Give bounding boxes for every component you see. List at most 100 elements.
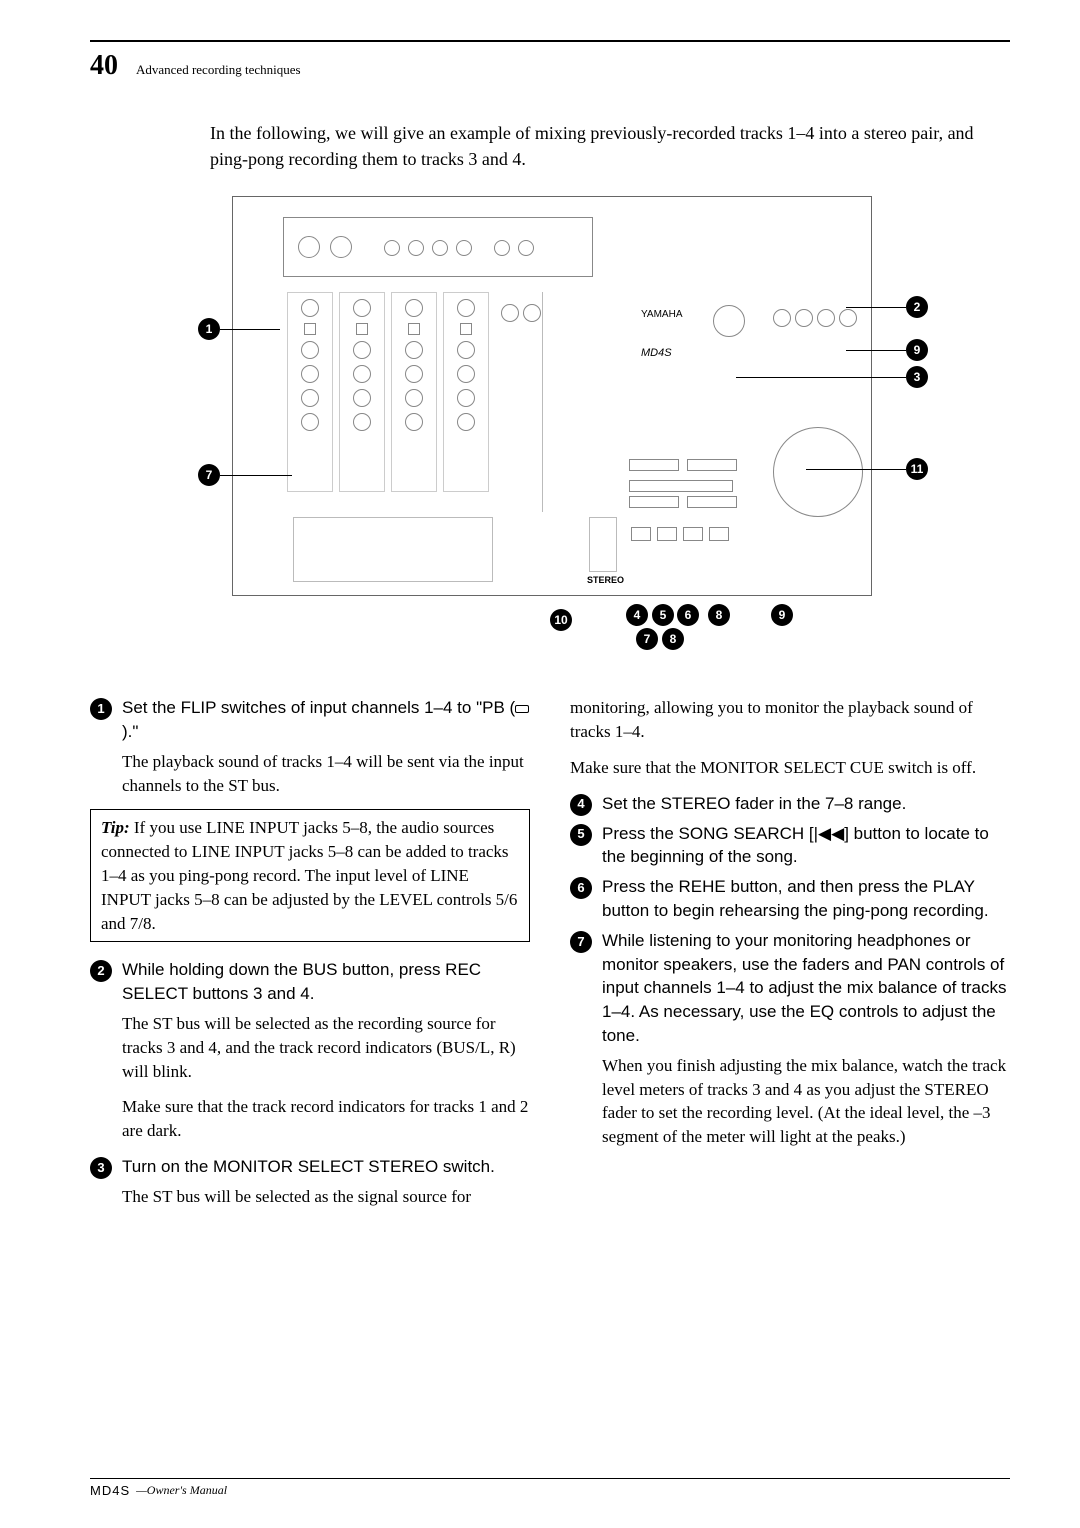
callout-5: 5 bbox=[652, 604, 674, 626]
fader-bank bbox=[293, 517, 493, 582]
brand-label: YAMAHA bbox=[641, 309, 683, 320]
callout-7: 7 bbox=[198, 464, 220, 486]
jack-icon bbox=[298, 236, 320, 258]
step-number: 7 bbox=[570, 931, 592, 953]
callout-9: 9 bbox=[906, 339, 928, 361]
display-button bbox=[629, 480, 733, 492]
knob-icon bbox=[457, 299, 475, 317]
step-number: 5 bbox=[570, 824, 592, 846]
knob-icon bbox=[523, 304, 541, 322]
step-3-title: Turn on the MONITOR SELECT STEREO switch… bbox=[122, 1155, 495, 1179]
step-number: 6 bbox=[570, 877, 592, 899]
channel-strip-section bbox=[283, 292, 543, 512]
step-3-cont-1: monitoring, allowing you to monitor the … bbox=[570, 696, 1010, 744]
jack-icon bbox=[384, 240, 400, 256]
channel-strip bbox=[339, 292, 385, 492]
step-5-title: Press the SONG SEARCH [] button to locat… bbox=[602, 822, 1010, 870]
song-search-prev-icon bbox=[814, 824, 845, 843]
step-6-title: Press the REHE button, and then press th… bbox=[602, 875, 1010, 923]
rec-select-knob bbox=[839, 309, 857, 327]
channel-strip bbox=[443, 292, 489, 492]
knob-icon bbox=[405, 299, 423, 317]
knob-icon bbox=[353, 341, 371, 359]
callout-11: 11 bbox=[906, 458, 928, 480]
footer-logo: MD4S bbox=[90, 1483, 130, 1498]
display-button bbox=[629, 459, 679, 471]
leader-line bbox=[220, 329, 280, 330]
play-button-icon bbox=[683, 527, 703, 541]
page-footer: MD4S —Owner's Manual bbox=[90, 1478, 1010, 1498]
jog-small bbox=[713, 305, 745, 337]
step-number: 3 bbox=[90, 1157, 112, 1179]
callout-8b: 8 bbox=[662, 628, 684, 650]
flip-switch-icon bbox=[304, 323, 316, 335]
callout-6: 6 bbox=[677, 604, 699, 626]
step-number: 1 bbox=[90, 698, 112, 720]
knob-icon bbox=[457, 389, 475, 407]
leader-line bbox=[736, 377, 906, 378]
flip-switch-icon bbox=[408, 323, 420, 335]
tip-label: Tip: bbox=[101, 818, 130, 837]
jack-icon bbox=[408, 240, 424, 256]
page-header: 40 Advanced recording techniques bbox=[90, 50, 1010, 82]
step-2-body-1: The ST bus will be selected as the recor… bbox=[122, 1012, 530, 1083]
step-number: 4 bbox=[570, 794, 592, 816]
knob-icon bbox=[353, 299, 371, 317]
device-outline: STEREO YAMAHA MD4S bbox=[232, 196, 872, 596]
transport-buttons bbox=[631, 527, 729, 541]
knob-icon bbox=[301, 299, 319, 317]
callout-1: 1 bbox=[198, 318, 220, 340]
callout-7b: 7 bbox=[636, 628, 658, 650]
knob-icon bbox=[405, 341, 423, 359]
pb-switch-icon bbox=[515, 705, 529, 713]
header-rule bbox=[90, 40, 1010, 42]
jog-wheel-icon bbox=[773, 427, 863, 517]
knob-icon bbox=[353, 389, 371, 407]
leader-line bbox=[220, 475, 292, 476]
knob-icon bbox=[457, 413, 475, 431]
knob-icon bbox=[405, 389, 423, 407]
step-4-title: Set the STEREO fader in the 7–8 range. bbox=[602, 792, 906, 816]
transport-section: YAMAHA MD4S bbox=[613, 297, 863, 587]
knob-icon bbox=[457, 365, 475, 383]
flip-switch-icon bbox=[356, 323, 368, 335]
display-button bbox=[687, 459, 737, 471]
jack-icon bbox=[330, 236, 352, 258]
step-1-title-b: )." bbox=[122, 722, 138, 741]
step-7-body: When you finish adjusting the mix balanc… bbox=[602, 1054, 1010, 1149]
step-7: 7 While listening to your monitoring hea… bbox=[570, 929, 1010, 1048]
callout-9b: 9 bbox=[771, 604, 793, 626]
display-button bbox=[687, 496, 737, 508]
rehe-button-icon bbox=[631, 527, 651, 541]
left-column: 1 Set the FLIP switches of input channel… bbox=[90, 696, 530, 1221]
rec-select-knob bbox=[817, 309, 835, 327]
flip-switch-icon bbox=[460, 323, 472, 335]
channel-strip bbox=[391, 292, 437, 492]
rear-jacks-panel bbox=[283, 217, 593, 277]
right-column: monitoring, allowing you to monitor the … bbox=[570, 696, 1010, 1221]
step-3: 3 Turn on the MONITOR SELECT STEREO swit… bbox=[90, 1155, 530, 1179]
jack-icon bbox=[432, 240, 448, 256]
rec-select-knob bbox=[795, 309, 813, 327]
step-3-cont-2: Make sure that the MONITOR SELECT CUE sw… bbox=[570, 756, 1010, 780]
knob-icon bbox=[301, 341, 319, 359]
callout-4: 4 bbox=[626, 604, 648, 626]
intro-text: In the following, we will give an exampl… bbox=[210, 120, 980, 172]
callout-2: 2 bbox=[906, 296, 928, 318]
page-number: 40 bbox=[90, 50, 118, 82]
step-1: 1 Set the FLIP switches of input channel… bbox=[90, 696, 530, 744]
model-label: MD4S bbox=[641, 347, 672, 359]
step-2-body-2: Make sure that the track record indicato… bbox=[122, 1095, 530, 1143]
section-title: Advanced recording techniques bbox=[136, 62, 301, 78]
step-4: 4 Set the STEREO fader in the 7–8 range. bbox=[570, 792, 1010, 816]
callout-8: 8 bbox=[708, 604, 730, 626]
step-5: 5 Press the SONG SEARCH [] button to loc… bbox=[570, 822, 1010, 870]
rec-button-icon bbox=[657, 527, 677, 541]
body-columns: 1 Set the FLIP switches of input channel… bbox=[90, 696, 1010, 1221]
knob-icon bbox=[301, 413, 319, 431]
step-3-body: The ST bus will be selected as the signa… bbox=[122, 1185, 530, 1209]
knob-icon bbox=[353, 413, 371, 431]
jack-icon bbox=[518, 240, 534, 256]
step-number: 2 bbox=[90, 960, 112, 982]
footer-text: —Owner's Manual bbox=[136, 1483, 227, 1498]
